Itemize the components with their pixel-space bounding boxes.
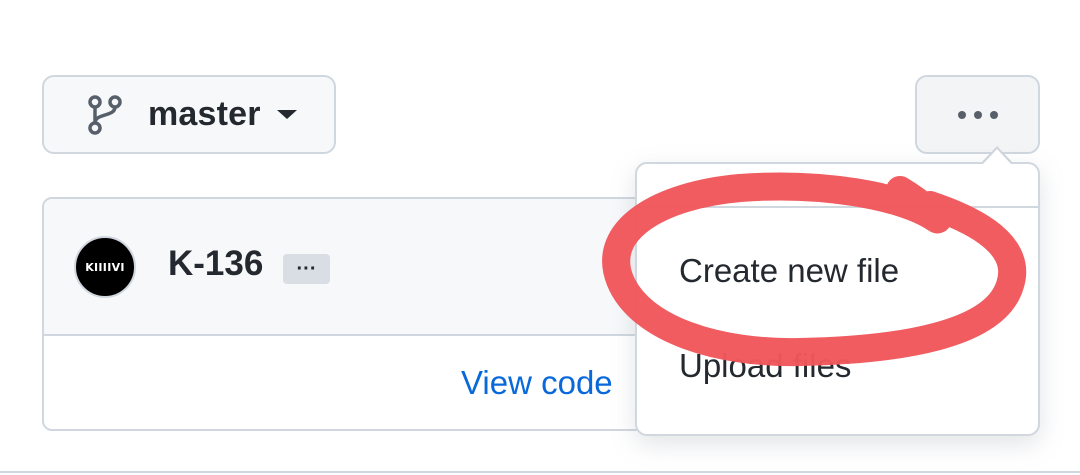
git-branch-icon (86, 94, 124, 135)
chevron-down-icon (276, 110, 297, 119)
avatar-logo-text: KIIIIVI (85, 260, 125, 274)
branch-name: master (148, 95, 261, 133)
menu-item-create-new-file[interactable]: Create new file (679, 252, 899, 290)
commit-message-expand-button[interactable]: ··· (283, 254, 330, 284)
view-code-link[interactable]: View code (461, 364, 613, 402)
menu-pointer-fill (983, 149, 1011, 164)
menu-item-upload-files[interactable]: Upload files (679, 347, 851, 385)
page: master KIIIIVI K-136 ··· View code Creat… (0, 0, 1080, 475)
bottom-divider (0, 471, 1080, 473)
commit-author[interactable]: K-136 (168, 244, 263, 284)
branch-selector-button[interactable]: master (42, 75, 336, 154)
avatar[interactable]: KIIIIVI (74, 236, 136, 298)
more-actions-button[interactable] (915, 75, 1040, 154)
menu-divider (637, 206, 1038, 208)
kebab-horizontal-icon (957, 110, 998, 119)
more-actions-menu: Create new file Upload files (635, 162, 1040, 436)
